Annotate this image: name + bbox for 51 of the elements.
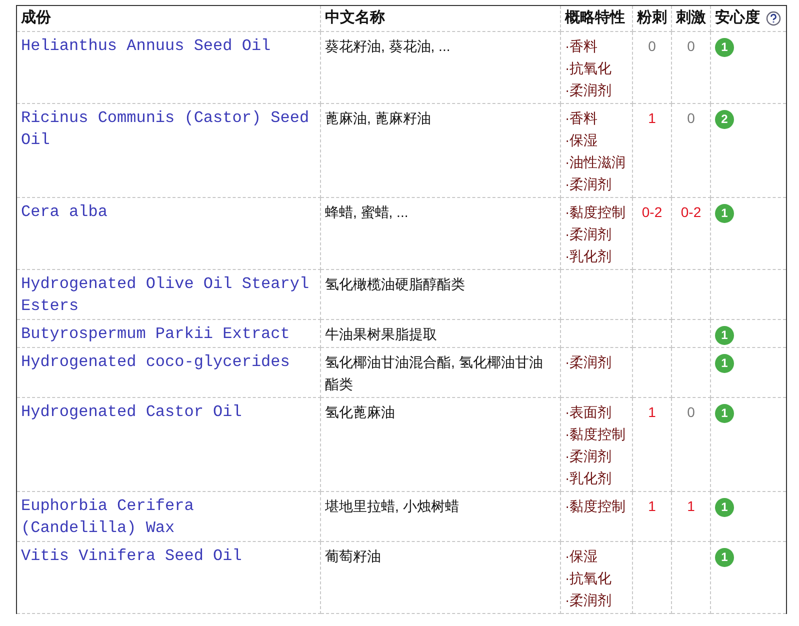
chinese-name: 葵花籽油, 葵花油, ... — [325, 38, 450, 54]
trait-link[interactable]: ·表面剂 — [565, 401, 628, 423]
score-value: 0 — [686, 37, 696, 56]
safety-rating-badge: 1 — [715, 204, 734, 222]
chinese-name: 葡萄籽油 — [325, 548, 381, 564]
column-header: 成份 — [21, 8, 51, 28]
score-value: 0 — [647, 37, 657, 56]
safety-rating-badge: 2 — [715, 110, 734, 128]
chinese-name: 堪地里拉蜡, 小烛树蜡 — [325, 498, 459, 514]
trait-link[interactable]: ·柔润剂 — [565, 173, 628, 195]
column-header: 刺激 — [676, 8, 706, 28]
safety-rating-badge: 1 — [715, 548, 734, 566]
column-header: 粉刺 — [637, 8, 667, 28]
safety-rating-badge: 1 — [715, 326, 734, 344]
trait-link[interactable]: ·香料 — [565, 107, 628, 129]
score-value: 0 — [686, 109, 696, 128]
score-value: 1 — [686, 497, 696, 516]
safety-rating-badge: 1 — [715, 354, 734, 372]
trait-link[interactable]: ·乳化剂 — [565, 467, 628, 489]
trait-link[interactable]: ·抗氧化 — [565, 567, 628, 589]
trait-link[interactable]: ·抗氧化 — [565, 57, 628, 79]
safety-rating-badge: 1 — [715, 498, 734, 516]
help-icon[interactable] — [766, 11, 781, 26]
score-value: 0-2 — [640, 203, 664, 222]
score-value: 1 — [647, 109, 657, 128]
trait-link[interactable]: ·保湿 — [565, 129, 628, 151]
trait-link[interactable]: ·柔润剂 — [565, 445, 628, 467]
trait-link[interactable]: ·保湿 — [565, 545, 628, 567]
chinese-name: 氢化橄榄油硬脂醇酯类 — [325, 276, 465, 292]
score-value: 1 — [647, 497, 657, 516]
chinese-name: 牛油果树果脂提取 — [325, 326, 437, 342]
trait-link[interactable]: ·香料 — [565, 35, 628, 57]
chinese-name: 蜂蜡, 蜜蜡, ... — [325, 204, 408, 220]
chinese-name: 氢化蓖麻油 — [325, 404, 395, 420]
trait-link[interactable]: ·油性滋润 — [565, 151, 628, 173]
chinese-name: 氢化椰油甘油混合酯, 氢化椰油甘油酯类 — [325, 354, 543, 392]
trait-link[interactable]: ·柔润剂 — [565, 223, 628, 245]
score-value: 0-2 — [680, 203, 702, 222]
column-header: 概略特性 — [565, 8, 625, 28]
column-header: 安心度 — [715, 8, 760, 28]
trait-link[interactable]: ·柔润剂 — [565, 79, 628, 101]
trait-link[interactable]: ·黏度控制 — [565, 201, 628, 223]
trait-link[interactable]: ·黏度控制 — [565, 423, 628, 445]
safety-rating-badge: 1 — [715, 404, 734, 422]
score-value: 0 — [686, 403, 696, 422]
chinese-name: 蓖麻油, 蓖麻籽油 — [325, 110, 431, 126]
trait-link[interactable]: ·柔润剂 — [565, 589, 628, 611]
safety-rating-badge: 1 — [715, 38, 734, 56]
trait-link[interactable]: ·乳化剂 — [565, 245, 628, 267]
score-value: 1 — [647, 403, 657, 422]
column-header: 中文名称 — [325, 8, 385, 28]
